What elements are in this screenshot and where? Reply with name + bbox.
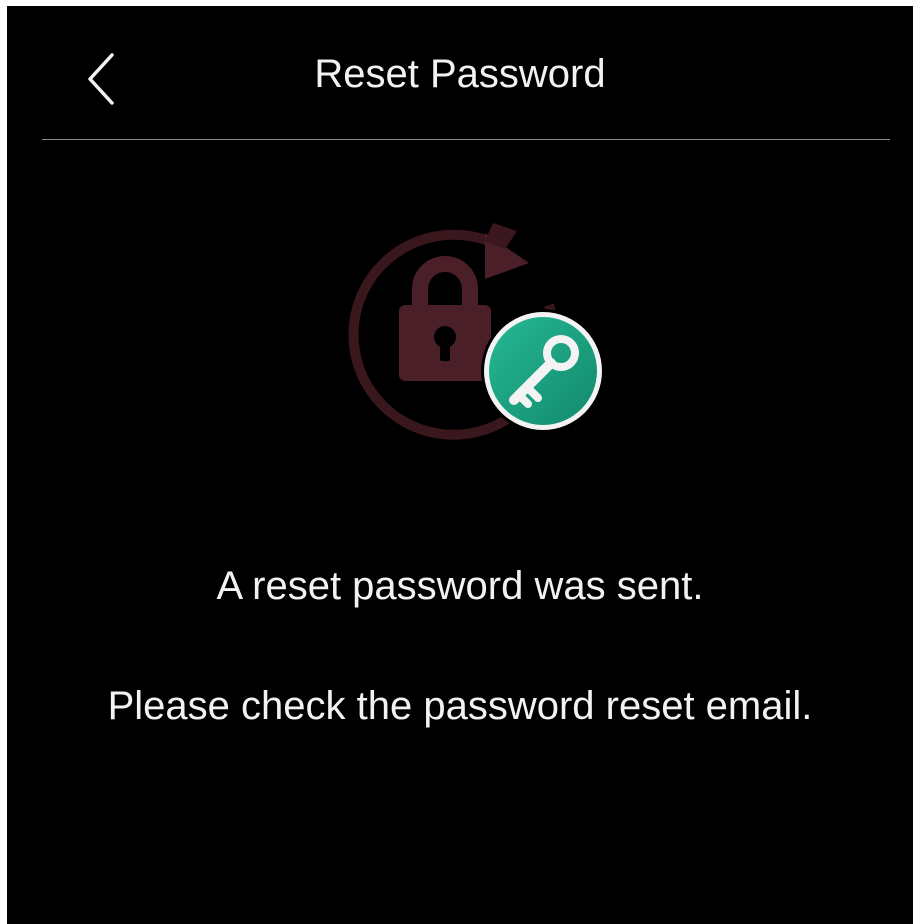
key-icon (481, 309, 605, 433)
header: Reset Password (7, 6, 913, 140)
reset-password-screen: Reset Password A reset password was sent… (7, 6, 913, 924)
check-email-message: Please check the password reset email. (107, 684, 813, 728)
lock-icon (399, 256, 491, 381)
header-divider (42, 139, 890, 140)
page-title: Reset Password (314, 52, 606, 96)
reset-sent-message: A reset password was sent. (216, 564, 704, 608)
password-reset-illustration (348, 223, 605, 440)
